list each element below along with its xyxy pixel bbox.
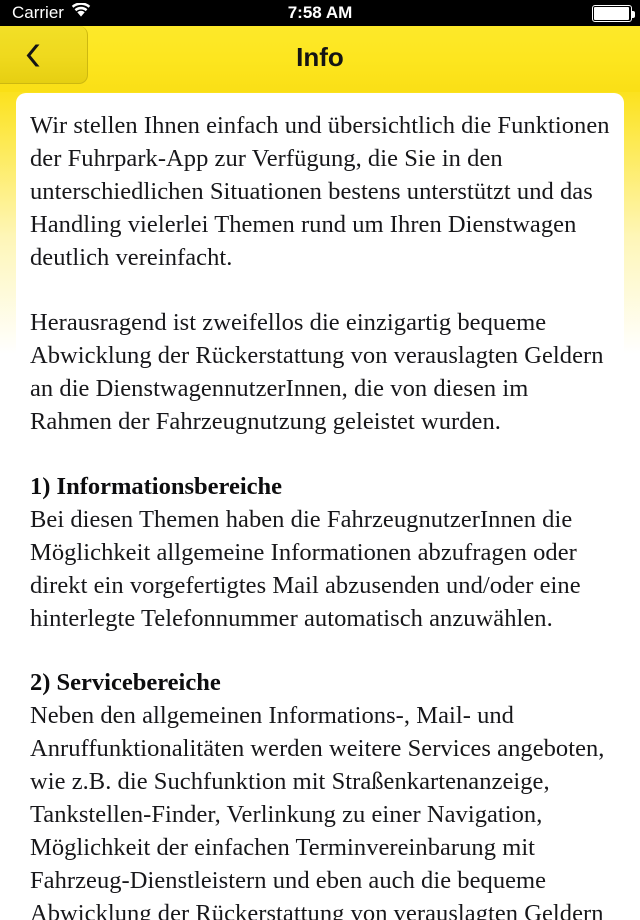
back-button[interactable]: [0, 26, 88, 84]
status-bar: Carrier 7:58 AM: [0, 0, 640, 26]
paragraph-intro: Wir stellen Ihnen einfach und übersichtl…: [30, 112, 610, 271]
app-screen: Carrier 7:58 AM Info Wir stellen Ihnen e…: [0, 0, 640, 920]
page-title: Info: [296, 42, 344, 72]
section-body-2: Neben den allgemeinen Informations-, Mai…: [30, 702, 605, 920]
clock-label: 7:58 AM: [287, 3, 353, 22]
status-bar-right: [592, 0, 635, 26]
battery-cap: [632, 10, 635, 18]
section-heading-1: 1) Informationsbereiche: [30, 473, 282, 500]
paragraph-highlight: Herausragend ist zweifellos die einzigar…: [30, 309, 604, 435]
section-informationsbereiche: 1) Informationsbereiche Bei diesen Theme…: [30, 470, 610, 635]
battery-fill: [594, 6, 629, 20]
section-body-1: Bei diesen Themen haben die Fahrzeugnutz…: [30, 506, 581, 632]
chevron-left-icon: [24, 42, 44, 74]
info-content-card[interactable]: Wir stellen Ihnen einfach und übersichtl…: [16, 93, 624, 920]
battery-full-icon: [592, 4, 635, 22]
navigation-bar: Info: [0, 26, 640, 92]
info-text-body: Wir stellen Ihnen einfach und übersichtl…: [16, 93, 624, 920]
section-servicebereiche: 2) Servicebereiche Neben den allgemeinen…: [30, 666, 610, 920]
status-bar-center: 7:58 AM: [0, 0, 640, 26]
section-heading-2: 2) Servicebereiche: [30, 669, 221, 696]
